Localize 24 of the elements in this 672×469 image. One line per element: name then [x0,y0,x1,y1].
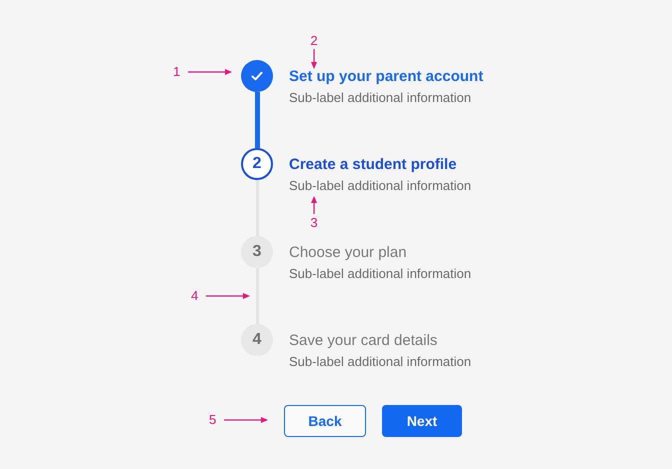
annotation-arrow [188,68,232,76]
step-sublabel: Sub-label additional information [289,353,472,371]
next-button[interactable]: Next [382,405,462,437]
back-button[interactable]: Back [284,405,366,437]
step-title: Choose your plan [289,243,408,263]
annotation-number: 4 [191,288,198,303]
step-sublabel: Sub-label additional information [289,265,472,283]
annotation-arrow [310,49,318,69]
step-title: Set up your parent account [289,67,484,87]
check-icon [250,69,264,83]
step-sublabel: Sub-label additional information [289,89,472,107]
step-title: Create a student profile [289,155,458,175]
step-indicator: 2 [241,148,273,180]
annotation-number: 5 [209,412,216,427]
step-indicator: 4 [241,324,273,356]
annotation-arrow [310,196,318,214]
step-indicator: 3 [241,236,273,268]
step-sublabel: Sub-label additional information [289,177,472,195]
step-title: Save your card details [289,331,438,351]
annotation-number: 1 [173,64,180,79]
annotation-number: 2 [310,33,318,48]
annotation-arrow [206,292,250,300]
annotation-arrow [224,416,268,424]
annotation-number: 3 [310,215,318,230]
